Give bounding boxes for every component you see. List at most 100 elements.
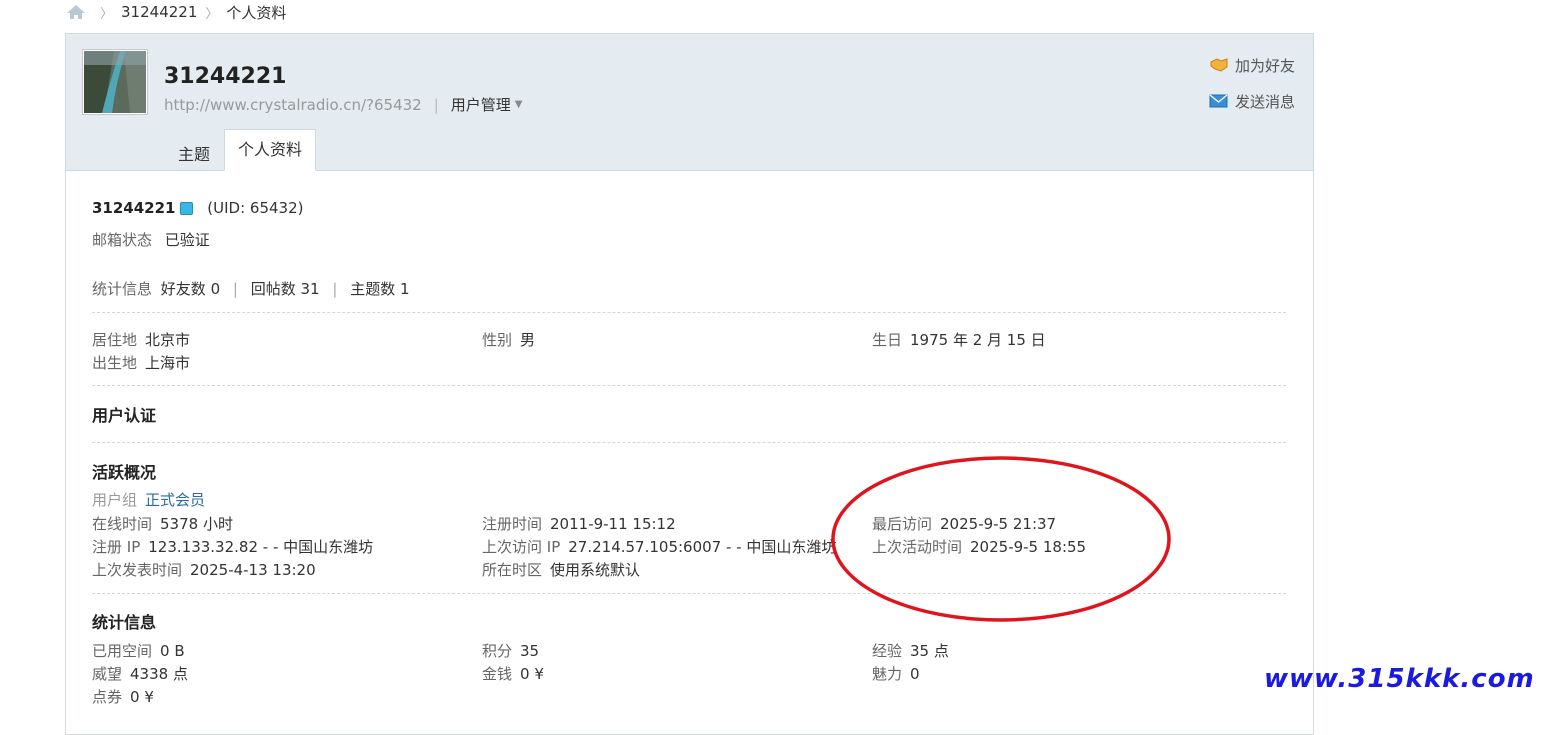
threads-count-link[interactable]: 主题数 1 [350, 280, 409, 298]
watermark-text: www.315kkk.com [1264, 664, 1535, 694]
divider [92, 385, 1286, 386]
divider: | [232, 280, 238, 298]
divider [92, 442, 1286, 443]
user-group-row: 用户组 正式会员 [92, 489, 205, 510]
breadcrumb: 〉 31244221 〉 个人资料 [66, 2, 286, 22]
online-time-value: 5378 小时 [160, 515, 233, 533]
last-ip-row: 上次访问 IP 27.214.57.105:6007 - - 中国山东潍坊 [482, 536, 836, 557]
stats-summary-row: 统计信息 好友数 0 | 回帖数 31 | 主题数 1 [92, 278, 410, 299]
annotation-circle [831, 456, 1171, 622]
email-status-row: 邮箱状态 已验证 [92, 229, 210, 250]
user-manage-dropdown[interactable]: 用户管理 ▼ [451, 94, 523, 115]
exp-value: 35 点 [910, 642, 949, 660]
birthday-row: 生日 1975 年 2 月 15 日 [872, 329, 1046, 350]
user-group-label: 用户组 [92, 491, 138, 509]
add-friend-button[interactable]: 加为好友 [1209, 54, 1295, 76]
email-status-label: 邮箱状态 [92, 231, 153, 249]
birthplace-label: 出生地 [92, 354, 138, 372]
breadcrumb-uid[interactable]: 31244221 [121, 3, 197, 21]
last-post-row: 上次发表时间 2025-4-13 13:20 [92, 559, 316, 580]
breadcrumb-page: 个人资料 [226, 3, 287, 22]
user-group-link[interactable]: 正式会员 [145, 491, 205, 509]
money-label: 金钱 [482, 665, 513, 683]
summary-uid: (UID: 65432) [207, 199, 304, 217]
reg-ip-row: 注册 IP 123.133.32.82 - - 中国山东潍坊 [92, 536, 373, 557]
handshake-icon [1210, 58, 1228, 72]
friends-count-link[interactable]: 好友数 0 [161, 280, 220, 298]
replies-count-link[interactable]: 回帖数 31 [251, 280, 320, 298]
profile-tabs: 主题 个人资料 [164, 129, 317, 171]
points-value: 35 [520, 642, 540, 660]
profile-website-link[interactable]: http://www.crystalradio.cn/?65432 [164, 96, 422, 114]
stats-section-title: 统计信息 [92, 613, 157, 632]
online-time-label: 在线时间 [92, 515, 153, 533]
coupon-label: 点券 [92, 688, 123, 706]
profile-header: 31244221 http://www.crystalradio.cn/?654… [66, 34, 1313, 171]
last-post-label: 上次发表时间 [92, 561, 183, 579]
activity-section-title: 活跃概况 [92, 463, 157, 482]
prestige-value: 4338 点 [130, 665, 188, 683]
online-time-row: 在线时间 5378 小时 [92, 513, 233, 534]
chevron-down-icon: ▼ [514, 99, 523, 110]
summary-user-row: 31244221 (UID: 65432) [92, 199, 303, 217]
timezone-label: 所在时区 [482, 561, 543, 579]
residence-label: 居住地 [92, 331, 138, 349]
money-row: 金钱 0 ¥ [482, 663, 544, 684]
profile-card: 31244221 http://www.crystalradio.cn/?654… [65, 33, 1314, 735]
home-icon[interactable] [66, 4, 86, 20]
residence-value: 北京市 [145, 331, 191, 349]
profile-site-row: http://www.crystalradio.cn/?65432 | 用户管理… [164, 94, 523, 115]
breadcrumb-separator: 〉 [205, 6, 219, 22]
verified-icon [179, 202, 193, 215]
money-value: 0 ¥ [520, 665, 544, 683]
exp-row: 经验 35 点 [872, 640, 949, 661]
points-label: 积分 [482, 642, 513, 660]
email-status-value: 已验证 [164, 231, 210, 249]
send-message-button[interactable]: 发送消息 [1209, 90, 1295, 112]
last-ip-label: 上次访问 IP [482, 538, 561, 556]
envelope-icon [1209, 94, 1228, 108]
prestige-row: 威望 4338 点 [92, 663, 188, 684]
birthday-value: 1975 年 2 月 15 日 [910, 331, 1046, 349]
charm-value: 0 [910, 665, 920, 683]
residence-row: 居住地 北京市 [92, 329, 190, 350]
charm-label: 魅力 [872, 665, 903, 683]
user-manage-label: 用户管理 [450, 96, 511, 114]
space-label: 已用空间 [92, 642, 153, 660]
timezone-row: 所在时区 使用系统默认 [482, 559, 640, 580]
timezone-value: 使用系统默认 [550, 561, 641, 579]
divider [92, 312, 1286, 313]
gender-label: 性别 [482, 331, 513, 349]
last-ip-value: 27.214.57.105:6007 - - 中国山东潍坊 [568, 538, 837, 556]
avatar[interactable] [82, 49, 148, 115]
tab-threads[interactable]: 主题 [164, 137, 224, 171]
profile-username: 31244221 [164, 64, 287, 89]
add-friend-label: 加为好友 [1234, 56, 1295, 75]
divider: | [332, 280, 338, 298]
birthplace-row: 出生地 上海市 [92, 352, 190, 373]
charm-row: 魅力 0 [872, 663, 920, 684]
stats-label: 统计信息 [92, 280, 153, 298]
auth-section-title: 用户认证 [92, 406, 157, 425]
space-value: 0 B [160, 642, 185, 660]
points-row: 积分 35 [482, 640, 539, 661]
summary-username: 31244221 [92, 199, 176, 217]
divider: | [433, 95, 439, 114]
gender-row: 性别男 [482, 329, 535, 350]
coupon-value: 0 ¥ [130, 688, 154, 706]
reg-time-value: 2011-9-11 15:12 [550, 515, 676, 533]
space-row: 已用空间 0 B [92, 640, 185, 661]
exp-label: 经验 [872, 642, 903, 660]
breadcrumb-separator: 〉 [100, 6, 114, 22]
reg-time-label: 注册时间 [482, 515, 543, 533]
reg-ip-value: 123.133.32.82 - - 中国山东潍坊 [148, 538, 374, 556]
birthplace-value: 上海市 [145, 354, 191, 372]
send-message-label: 发送消息 [1234, 92, 1295, 111]
last-post-value: 2025-4-13 13:20 [190, 561, 316, 579]
reg-time-row: 注册时间 2011-9-11 15:12 [482, 513, 676, 534]
profile-actions: 加为好友 发送消息 [1209, 54, 1295, 126]
reg-ip-label: 注册 IP [92, 538, 141, 556]
prestige-label: 威望 [92, 665, 123, 683]
tab-profile[interactable]: 个人资料 [224, 129, 317, 171]
birthday-label: 生日 [872, 331, 903, 349]
